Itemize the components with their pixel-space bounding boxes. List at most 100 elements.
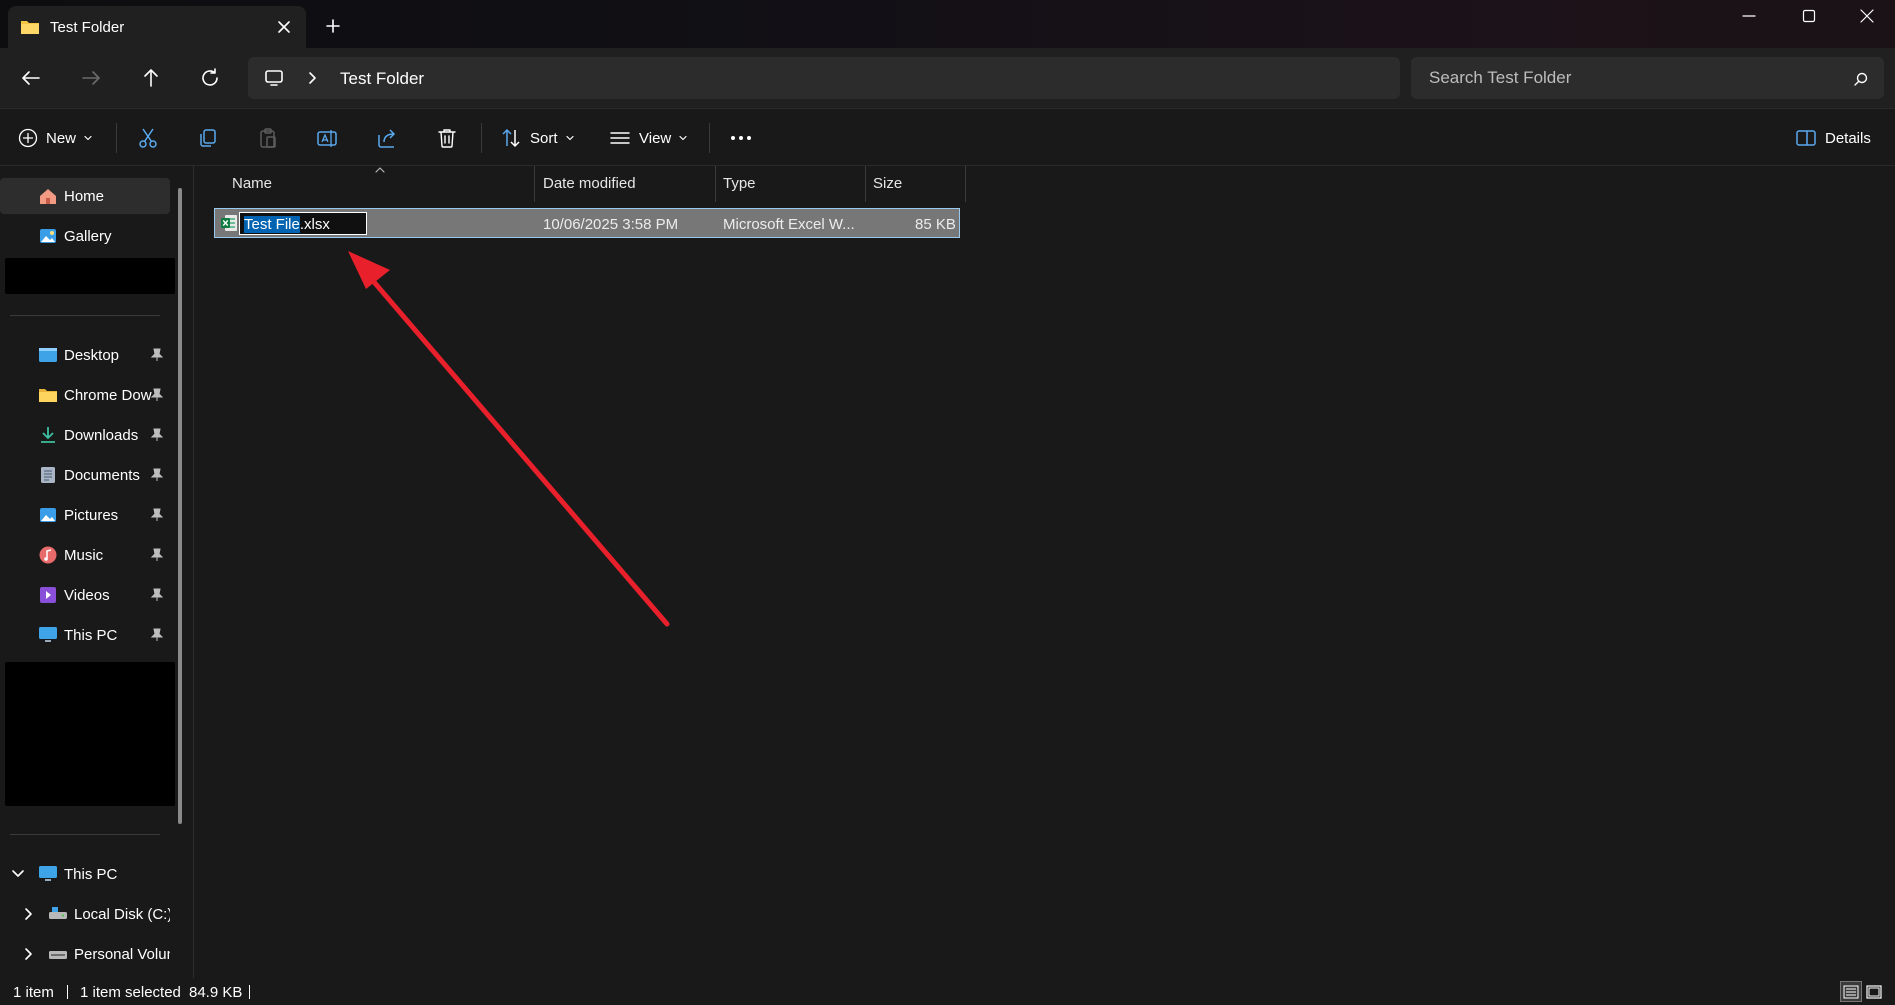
- up-arrow-icon[interactable]: [140, 67, 162, 89]
- new-label: New: [46, 129, 77, 147]
- pin-icon[interactable]: [151, 468, 163, 482]
- rename-input[interactable]: Test File.xlsx: [239, 212, 367, 235]
- pin-icon[interactable]: [151, 428, 163, 442]
- sidebar-scrollbar[interactable]: [178, 188, 182, 824]
- column-header-size[interactable]: Size: [873, 166, 902, 202]
- pin-icon[interactable]: [151, 548, 163, 562]
- pin-icon[interactable]: [151, 588, 163, 602]
- cut-button[interactable]: [137, 109, 159, 167]
- chevron-down-icon: [678, 134, 688, 142]
- folder-icon: [20, 18, 40, 36]
- chevron-right-icon[interactable]: [23, 907, 33, 921]
- window-close-button[interactable]: [1838, 0, 1895, 32]
- rename-selected-text: Test File: [244, 216, 300, 233]
- details-view-icon: [1843, 985, 1859, 999]
- redacted-block: [5, 258, 175, 294]
- paste-icon: [257, 127, 279, 149]
- window-close-icon: [1860, 9, 1874, 23]
- column-header-name[interactable]: Name: [232, 166, 272, 202]
- sidebar-item-chrome-downloads[interactable]: Chrome Downloads: [0, 377, 170, 413]
- sidebar-item-this-pc-pinned[interactable]: This PC: [0, 617, 170, 653]
- pin-icon[interactable]: [151, 508, 163, 522]
- tiles-view-toggle[interactable]: [1863, 981, 1885, 1002]
- drive-icon: [48, 905, 68, 923]
- tree-item-label: Personal Volume: [74, 946, 170, 963]
- list-view-icon: [609, 127, 631, 149]
- sidebar-item-pictures[interactable]: Pictures: [0, 497, 170, 533]
- new-button[interactable]: New: [18, 109, 93, 167]
- documents-icon: [38, 466, 58, 484]
- share-button[interactable]: [376, 109, 398, 167]
- breadcrumb-current[interactable]: Test Folder: [340, 69, 424, 89]
- scissors-icon: [137, 127, 159, 149]
- search-icon[interactable]: [1853, 71, 1869, 87]
- computer-icon[interactable]: [264, 68, 284, 88]
- delete-button[interactable]: [436, 109, 458, 167]
- more-options-button[interactable]: [729, 109, 753, 167]
- rename-icon: [316, 127, 338, 149]
- tab-test-folder[interactable]: Test Folder: [8, 6, 306, 48]
- trash-icon: [436, 127, 458, 149]
- sidebar-item-documents[interactable]: Documents: [0, 457, 170, 493]
- search-bar[interactable]: [1411, 57, 1884, 99]
- plus-circle-icon: [18, 128, 38, 148]
- title-bar: Test Folder: [0, 0, 1895, 48]
- view-label: View: [639, 129, 672, 147]
- status-selected-size: 84.9 KB: [189, 984, 243, 1001]
- sort-icon: [500, 127, 522, 149]
- sort-button[interactable]: Sort: [500, 109, 575, 167]
- maximize-button[interactable]: [1780, 0, 1838, 32]
- details-view-toggle[interactable]: [1840, 981, 1862, 1002]
- tree-item-local-disk[interactable]: Local Disk (C:): [0, 896, 170, 932]
- address-bar[interactable]: Test Folder: [248, 57, 1400, 99]
- paste-button[interactable]: [257, 109, 279, 167]
- details-button[interactable]: Details: [1795, 109, 1871, 167]
- file-type: Microsoft Excel W...: [723, 216, 855, 233]
- sidebar-item-downloads[interactable]: Downloads: [0, 417, 170, 453]
- navigation-row: Test Folder: [0, 48, 1895, 108]
- sidebar-item-desktop[interactable]: Desktop: [0, 337, 170, 373]
- folder-icon: [38, 386, 58, 404]
- details-label: Details: [1825, 129, 1871, 147]
- redacted-block: [5, 662, 175, 806]
- chevron-down-icon[interactable]: [11, 869, 25, 879]
- status-selected-count: 1 item selected: [80, 984, 181, 1001]
- pin-icon[interactable]: [151, 628, 163, 642]
- tree-item-personal-volume[interactable]: Personal Volume: [0, 936, 170, 972]
- pin-icon[interactable]: [151, 348, 163, 362]
- sidebar-item-gallery[interactable]: Gallery: [0, 218, 170, 254]
- pictures-icon: [38, 506, 58, 524]
- more-icon: [729, 134, 753, 142]
- sidebar-item-home[interactable]: Home: [0, 178, 170, 214]
- tree-item-this-pc[interactable]: This PC: [0, 856, 170, 892]
- copy-button[interactable]: [197, 109, 219, 167]
- command-bar: New Sort View Details: [0, 108, 1895, 166]
- rename-button[interactable]: [316, 109, 338, 167]
- back-arrow-icon[interactable]: [20, 67, 42, 89]
- sidebar-item-videos[interactable]: Videos: [0, 577, 170, 613]
- desktop-icon: [38, 346, 58, 364]
- tree-item-label: Local Disk (C:): [74, 906, 170, 923]
- plus-icon[interactable]: [325, 18, 341, 34]
- sidebar-item-label: Home: [64, 188, 105, 205]
- chevron-down-icon: [565, 134, 575, 142]
- rename-extension-text: .xlsx: [299, 216, 330, 233]
- tiles-view-icon: [1866, 984, 1882, 999]
- status-bar: 1 item 1 item selected 84.9 KB: [0, 978, 1895, 1005]
- column-header-type[interactable]: Type: [723, 166, 756, 202]
- close-icon[interactable]: [276, 19, 292, 35]
- file-date-modified: 10/06/2025 3:58 PM: [543, 216, 679, 233]
- search-input[interactable]: [1429, 57, 1829, 99]
- sidebar-item-label: Chrome Downloads: [64, 387, 152, 404]
- sidebar-item-music[interactable]: Music: [0, 537, 170, 573]
- table-row[interactable]: Test File.xlsx 10/06/2025 3:58 PM Micros…: [214, 208, 960, 238]
- chevron-right-icon[interactable]: [306, 71, 318, 85]
- tree-item-label: This PC: [64, 866, 118, 883]
- column-header-date[interactable]: Date modified: [543, 166, 636, 202]
- forward-arrow-icon[interactable]: [80, 67, 102, 89]
- pin-icon[interactable]: [151, 388, 163, 402]
- minimize-button[interactable]: [1720, 0, 1778, 32]
- view-button[interactable]: View: [609, 109, 688, 167]
- refresh-icon[interactable]: [199, 67, 221, 89]
- chevron-right-icon[interactable]: [23, 947, 33, 961]
